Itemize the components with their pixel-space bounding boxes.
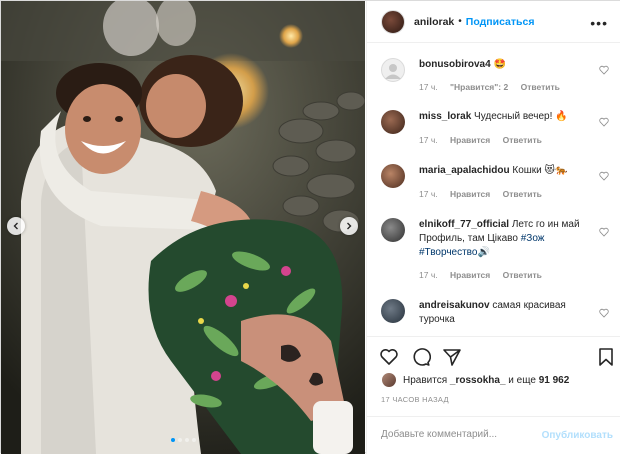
likes-middle: и еще — [508, 374, 536, 386]
publish-button[interactable]: Опубликовать — [542, 430, 613, 441]
owner-avatar[interactable] — [381, 9, 405, 34]
like-comment-heart-icon[interactable] — [599, 308, 609, 318]
comment-input[interactable] — [381, 429, 531, 440]
comment-body: maria_apalachidou Кошки 😻🐅 — [419, 164, 587, 178]
carousel-dot — [184, 438, 189, 442]
comment-text: 🤩 — [493, 59, 506, 70]
comment-time[interactable]: 17 ч. — [419, 82, 438, 92]
comment-time[interactable]: 17 ч. — [419, 189, 438, 199]
likes-count[interactable]: 91 962 — [539, 375, 570, 386]
like-comment-heart-icon[interactable] — [599, 117, 609, 127]
header-separator: • — [458, 16, 462, 27]
more-options-icon[interactable]: ••• — [590, 15, 608, 31]
liker-avatar[interactable] — [381, 372, 397, 388]
chevron-right-icon — [347, 222, 352, 230]
comment-hashtag[interactable]: #Творчество — [419, 247, 477, 258]
comment-body: bonusobirova4 🤩 — [419, 58, 587, 72]
reply-button[interactable]: Ответить — [503, 189, 542, 199]
commenter-avatar[interactable] — [381, 218, 405, 242]
carousel-dot — [191, 438, 196, 442]
like-comment-heart-icon[interactable] — [599, 227, 609, 237]
comment-emoji: 🔊 — [477, 247, 490, 258]
commenter-avatar[interactable] — [381, 164, 405, 188]
commenter-avatar[interactable] — [381, 299, 405, 323]
comment-body: andreisakunov самая красивая турочка — [419, 299, 587, 327]
like-heart-icon[interactable] — [379, 347, 399, 367]
carousel-dot — [170, 438, 175, 442]
follow-button[interactable]: Подписаться — [466, 16, 535, 28]
instagram-post: anilorak • Подписаться ••• bonusobirova4… — [0, 0, 620, 454]
next-photo-button[interactable] — [340, 217, 358, 235]
post-photo[interactable] — [1, 1, 365, 454]
comment-time[interactable]: 17 ч. — [419, 135, 438, 145]
comment-meta: 17 ч. Нравится Ответить — [419, 270, 552, 280]
comment-username[interactable]: andreisakunov — [419, 300, 490, 311]
commenter-avatar[interactable] — [381, 58, 405, 82]
post-details-pane: anilorak • Подписаться ••• bonusobirova4… — [366, 1, 620, 454]
comment-likes[interactable]: Нравится — [450, 270, 490, 280]
add-comment-bar: Опубликовать — [367, 416, 620, 454]
post-header: anilorak • Подписаться ••• — [367, 1, 620, 43]
comment-bubble-icon[interactable] — [411, 347, 431, 367]
reply-button[interactable]: Ответить — [521, 82, 560, 92]
comment-likes[interactable]: Нравится — [450, 189, 490, 199]
comment-username[interactable]: maria_apalachidou — [419, 165, 510, 176]
comment-likes[interactable]: "Нравится": 2 — [450, 82, 508, 92]
reply-button[interactable]: Ответить — [503, 270, 542, 280]
reply-button[interactable]: Ответить — [503, 135, 542, 145]
likes-summary: Нравится _rossokha_ и еще 91 962 — [381, 372, 569, 388]
save-bookmark-icon[interactable] — [596, 347, 616, 367]
like-comment-heart-icon[interactable] — [599, 171, 609, 181]
comment-time[interactable]: 17 ч. — [419, 270, 438, 280]
carousel-indicator — [1, 438, 365, 442]
comments-list: bonusobirova4 🤩 17 ч. "Нравится": 2 Отве… — [367, 44, 620, 336]
likes-prefix: Нравится — [403, 374, 448, 386]
like-comment-heart-icon[interactable] — [599, 65, 609, 75]
comment-likes[interactable]: Нравится — [450, 135, 490, 145]
comment-meta: 17 ч. "Нравится": 2 Ответить — [419, 82, 570, 92]
comment-meta: 17 ч. Нравится Ответить — [419, 189, 552, 199]
comment-text: Чудесный вечер! 🔥 — [474, 111, 568, 122]
comment-meta: 17 ч. Нравится Ответить — [419, 135, 552, 145]
post-actions-bar — [367, 336, 620, 376]
liker-username[interactable]: _rossokha_ — [450, 375, 506, 386]
photo-illustration — [1, 1, 365, 454]
comment-body: elnikoff_77_official Летс го ин май Проф… — [419, 218, 587, 260]
previous-photo-button[interactable] — [7, 217, 25, 235]
comment-body: miss_lorak Чудесный вечер! 🔥 — [419, 110, 587, 124]
comment-hashtag[interactable]: #Зож — [521, 233, 545, 244]
carousel-dot — [177, 438, 182, 442]
chevron-left-icon — [13, 222, 18, 230]
post-timestamp[interactable]: 17 ЧАСОВ НАЗАД — [381, 395, 449, 404]
comment-text: Кошки 😻🐅 — [512, 165, 568, 176]
comment-username[interactable]: miss_lorak — [419, 111, 471, 122]
owner-username[interactable]: anilorak — [414, 16, 454, 28]
share-direct-icon[interactable] — [442, 347, 462, 367]
comment-username[interactable]: elnikoff_77_official — [419, 219, 509, 230]
default-user-icon — [385, 64, 401, 79]
commenter-avatar[interactable] — [381, 110, 405, 134]
comment-username[interactable]: bonusobirova4 — [419, 59, 491, 70]
